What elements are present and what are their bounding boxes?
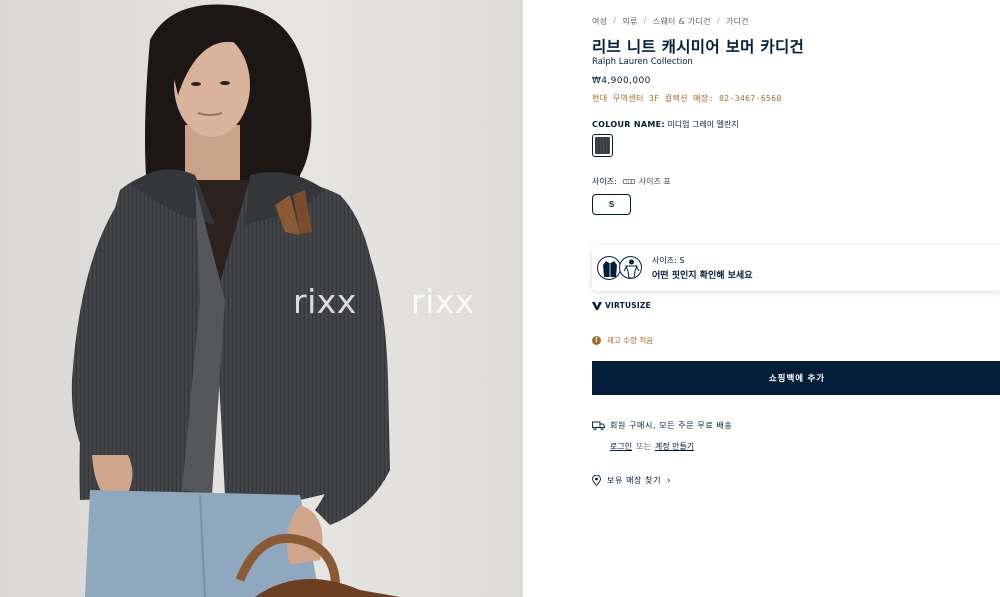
ruler-icon (622, 179, 635, 184)
shipping-info: 회원 구매시, 모든 주문 무료 배송 (592, 420, 732, 431)
watermark-text: rixx (411, 282, 475, 321)
size-option-s[interactable]: S (592, 194, 631, 215)
size-row: 사이즈: 사이즈 표 (592, 176, 671, 187)
warning-icon: ! (592, 336, 601, 345)
product-brand: Ralph Lauren Collection (592, 57, 693, 67)
breadcrumb-item-women[interactable]: 여성 (592, 16, 607, 27)
breadcrumb: 여성 / 의류 / 스웨터 & 가디건 / 가디건 (592, 16, 749, 27)
create-account-link[interactable]: 계정 만들기 (655, 441, 694, 452)
breadcrumb-item-clothing[interactable]: 의류 (622, 16, 637, 27)
virtusize-brand: VIRTUSIZE (592, 301, 651, 310)
colour-swatch-medium-grey[interactable] (592, 134, 613, 157)
product-info-panel: 여성 / 의류 / 스웨터 & 가디건 / 가디건 리브 니트 캐시미어 보머 … (592, 0, 1000, 597)
virtusize-logo-icon (592, 301, 602, 310)
colour-label: COLOUR NAME: (592, 120, 665, 129)
store-finder-link[interactable]: 보유 매장 찾기 › (592, 475, 671, 486)
size-chart-link[interactable]: 사이즈 표 (622, 176, 671, 187)
breadcrumb-separator: / (716, 16, 720, 25)
product-image[interactable]: rixx rixx (0, 0, 523, 597)
product-price: ₩4,900,000 (592, 76, 651, 86)
size-label: 사이즈: (592, 177, 617, 186)
virtusize-brand-text: VIRTUSIZE (605, 301, 651, 310)
virtusize-size: 사이즈: S (652, 256, 685, 265)
virtusize-message: 어떤 핏인지 확인해 보세요 (652, 271, 753, 281)
breadcrumb-separator: / (613, 16, 617, 25)
store-contact-note: 현대 무역센터 3F 컬렉션 매장: 02-3467-6560 (592, 94, 782, 103)
account-links: 로그인 또는 계정 만들기 (610, 441, 694, 452)
store-finder-text: 보유 매장 찾기 (607, 476, 662, 485)
account-or-text: 또는 (636, 442, 651, 451)
body-icon (619, 256, 642, 279)
colour-label-row: COLOUR NAME: 미디엄 그레이 멜란지 (592, 119, 739, 130)
low-stock-notice: ! 재고 수량 적음 (592, 335, 653, 346)
truck-icon (592, 421, 605, 430)
breadcrumb-item-cardigans[interactable]: 가디건 (726, 16, 749, 27)
breadcrumb-separator: / (643, 16, 647, 25)
low-stock-text: 재고 수량 적음 (607, 336, 654, 345)
product-title: 리브 니트 캐시미어 보머 카디건 (592, 37, 805, 56)
shipping-text: 회원 구매시, 모든 주문 무료 배송 (610, 421, 733, 430)
virtusize-fit-widget[interactable]: 사이즈: S 어떤 핏인지 확인해 보세요 (592, 245, 1000, 291)
garment-icon (597, 256, 621, 280)
add-to-bag-button[interactable]: 쇼핑백에 추가 (592, 361, 1000, 395)
virtusize-icons (597, 253, 649, 283)
login-link[interactable]: 로그인 (610, 441, 632, 452)
breadcrumb-item-sweaters[interactable]: 스웨터 & 가디건 (653, 16, 711, 27)
swatch-fill (595, 137, 610, 154)
colour-value: 미디엄 그레이 멜란지 (667, 120, 739, 129)
location-pin-icon (592, 475, 601, 486)
virtusize-text: 사이즈: S 어떤 핏인지 확인해 보세요 (652, 255, 752, 281)
chevron-right-icon: › (667, 475, 672, 486)
watermark-text: rixx (293, 282, 357, 321)
size-chart-label: 사이즈 표 (638, 177, 671, 186)
